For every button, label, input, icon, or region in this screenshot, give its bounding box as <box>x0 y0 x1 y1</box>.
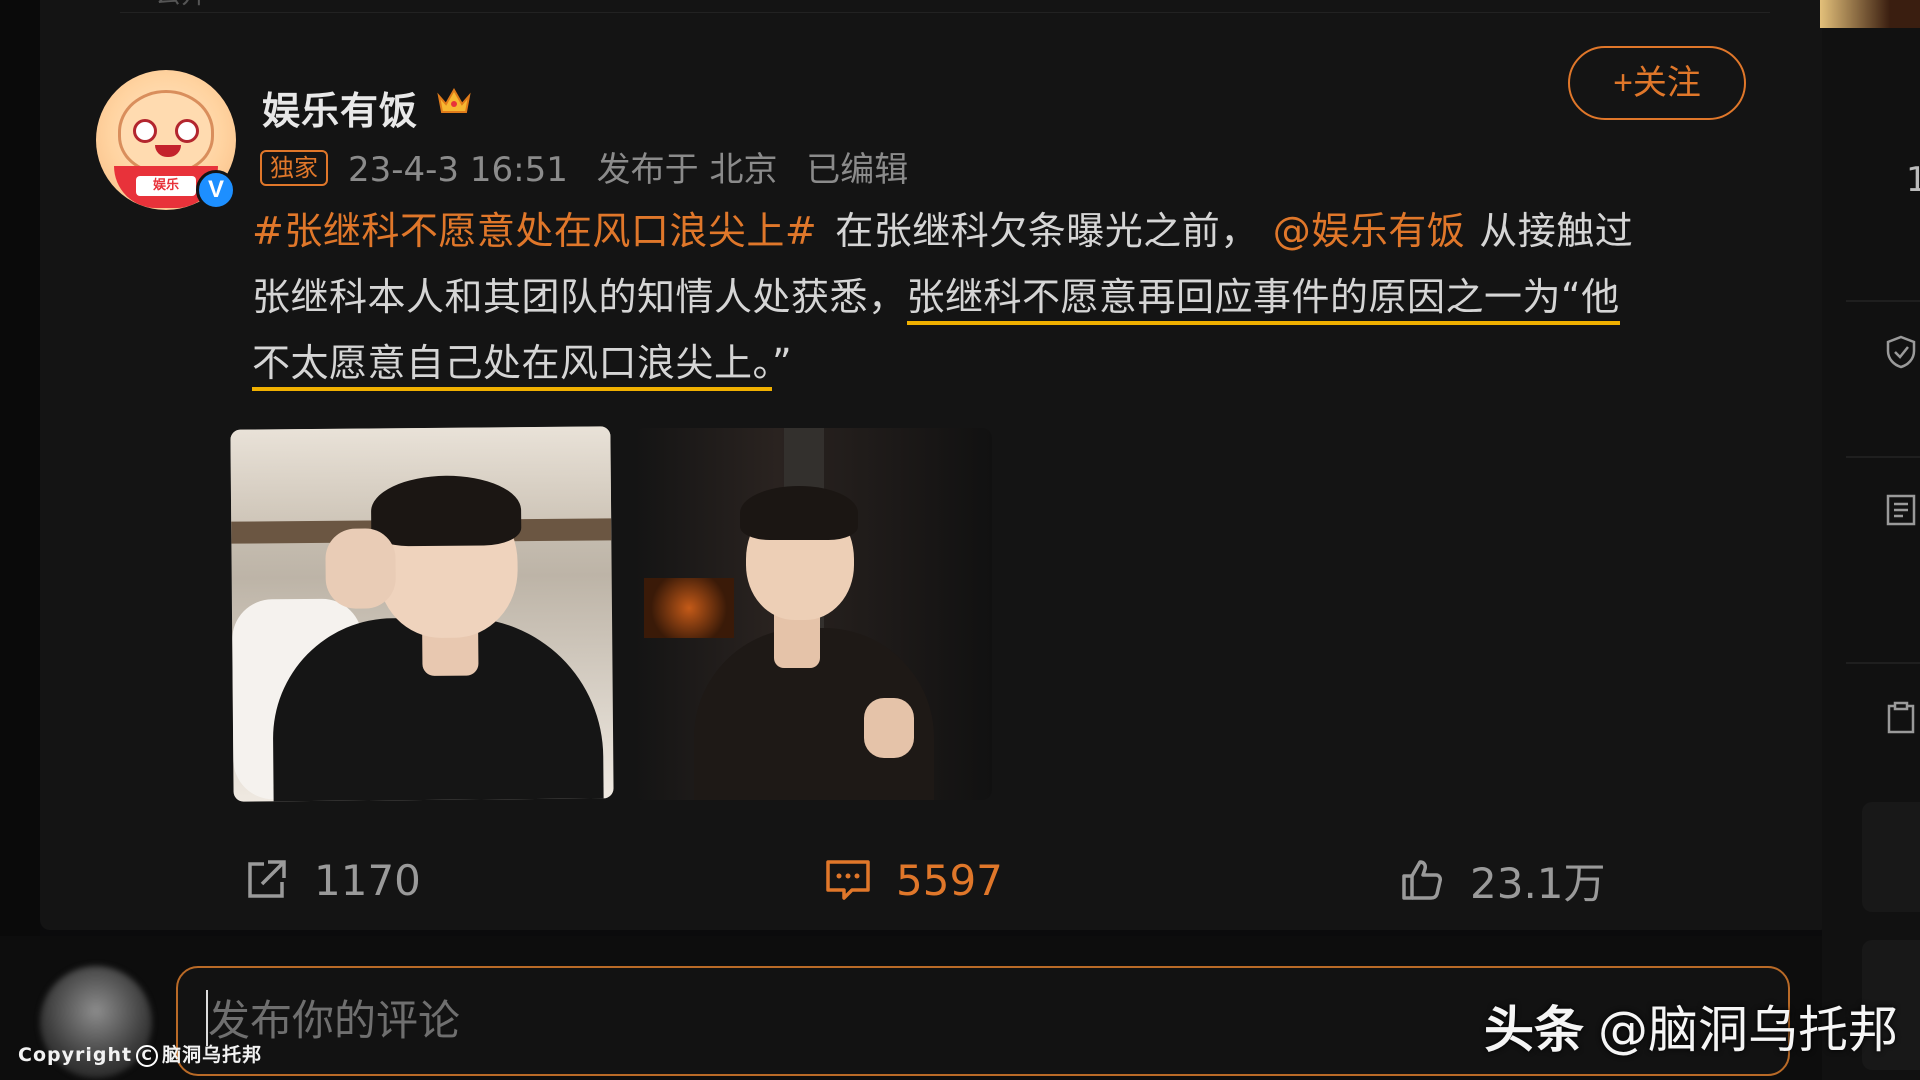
comment-count: 5597 <box>896 855 1003 905</box>
post-edited[interactable]: 已编辑 <box>806 150 908 190</box>
clipboard-icon[interactable] <box>1882 700 1920 738</box>
sidebar-top-image <box>1820 0 1920 28</box>
comment-icon <box>826 860 870 900</box>
content-text-1: 在张继科欠条曝光之前， <box>835 209 1259 253</box>
copyright-watermark: Copyright C 脑洞乌托邦 <box>18 1040 262 1067</box>
author-name[interactable]: 娱乐有饭 <box>262 80 418 135</box>
person-hand <box>325 528 396 609</box>
toutiao-brand: 头条 <box>1484 1001 1584 1059</box>
post-location: 发布于 北京 <box>596 150 778 190</box>
card-top-divider <box>120 12 1770 13</box>
copyright-c-icon: C <box>136 1044 159 1067</box>
post-content: #张继科不愿意处在风口浪尖上# 在张继科欠条曝光之前， @娱乐有饭 从接触过 张继科本… <box>252 198 1742 396</box>
repost-count: 1170 <box>314 855 421 905</box>
comment-button[interactable]: 5597 <box>824 850 1003 910</box>
person-hair <box>370 475 522 547</box>
highlighted-quote-2: 不太愿意自己处在风口浪尖上。 <box>252 341 773 391</box>
highlighted-quote-1: 张继科不愿意再回应事件的原因之一为“他 <box>906 275 1620 325</box>
copyright-prefix: Copyright <box>18 1044 133 1066</box>
post-timestamp[interactable]: 23-4-3 16:51 <box>348 150 568 190</box>
sidebar-divider <box>1846 456 1920 458</box>
follow-button[interactable]: +关注 <box>1568 46 1746 120</box>
repost-button[interactable]: 1170 <box>242 850 421 910</box>
content-text-2: 从接触过 <box>1479 209 1634 253</box>
avatar-face <box>118 90 214 174</box>
content-text-3: 张继科本人和其团队的知情人处获悉， <box>252 275 907 319</box>
sidebar-block <box>1862 802 1920 912</box>
avatar-eye-right <box>175 119 199 143</box>
avatar-eye-left <box>133 119 157 143</box>
person-hair <box>740 486 858 540</box>
like-count: 23.1万 <box>1470 858 1606 908</box>
sidebar-divider <box>1846 300 1920 302</box>
shield-icon[interactable] <box>1882 334 1920 372</box>
avatar-bowl-label: 娱乐 <box>136 176 196 196</box>
exclusive-tag: 独家 <box>260 150 328 186</box>
sidebar-partial-text: 1 <box>1906 160 1920 200</box>
share-icon <box>248 860 286 898</box>
left-strip <box>0 0 40 1080</box>
weibo-post-page: 公开 娱乐 V 娱乐有饭 独家 23-4-3 16:51 发布于 北京 已编辑 … <box>0 0 1920 1080</box>
post-image-1[interactable] <box>230 426 614 802</box>
toutiao-handle: @脑洞乌托邦 <box>1598 1001 1898 1059</box>
copyright-name: 脑洞乌托邦 <box>162 1044 263 1066</box>
quote-close: ” <box>772 341 793 385</box>
person-hand <box>864 698 914 758</box>
thumbs-up-icon <box>1402 860 1442 900</box>
hashtag-link[interactable]: #张继科不愿意处在风口浪尖上# <box>252 209 817 253</box>
text-caret <box>206 990 208 1046</box>
post-image-2[interactable] <box>634 428 992 800</box>
mention-link[interactable]: @娱乐有饭 <box>1273 209 1466 253</box>
background-light <box>644 578 734 638</box>
like-button[interactable]: 23.1万 <box>1398 850 1606 910</box>
post-meta: 23-4-3 16:51 发布于 北京 已编辑 <box>348 142 926 191</box>
crown-icon <box>437 87 471 113</box>
verified-icon: V <box>196 170 236 210</box>
document-icon[interactable] <box>1882 492 1920 530</box>
avatar-mouth <box>155 145 181 157</box>
toutiao-watermark: 头条 @脑洞乌托邦 <box>1484 990 1898 1062</box>
top-cut-text: 公开 <box>155 0 207 11</box>
sidebar-divider <box>1846 662 1920 664</box>
